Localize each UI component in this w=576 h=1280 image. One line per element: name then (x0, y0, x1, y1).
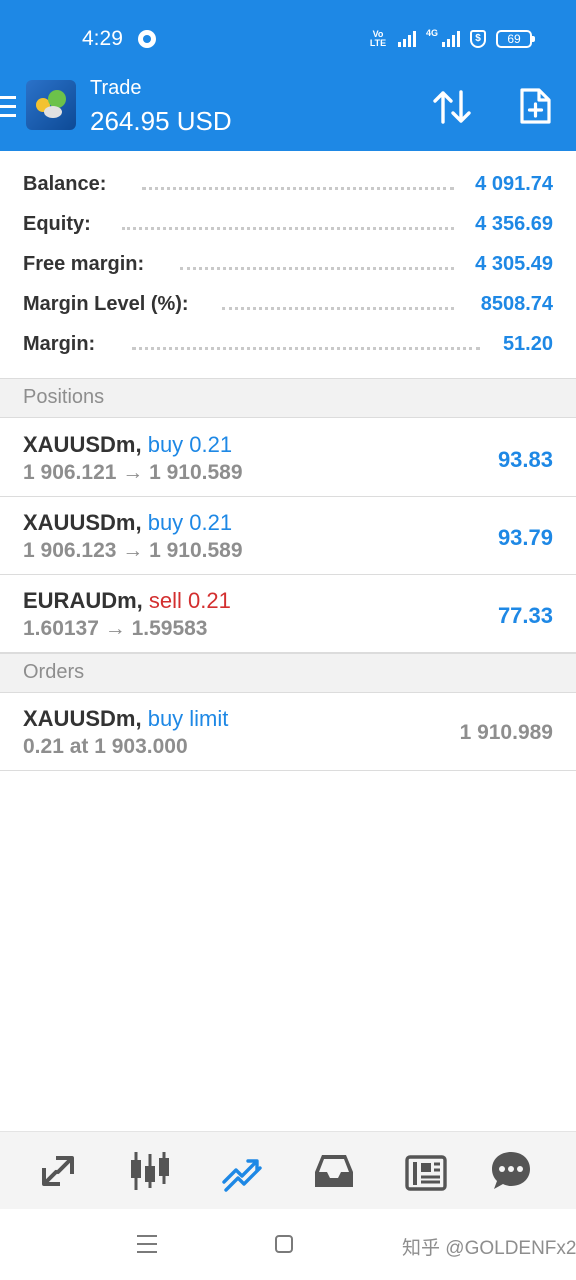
order-row[interactable]: XAUUSDm, buy limit 0.21 at 1 903.000 1 9… (0, 693, 576, 771)
menu-icon[interactable] (0, 96, 16, 118)
position-symbol: EURAUDm, (23, 588, 143, 613)
quotes-icon[interactable] (36, 1150, 80, 1192)
position-profit: 77.33 (497, 603, 553, 628)
section-title: Positions (23, 386, 105, 408)
signal-2-icon (442, 31, 460, 47)
recent-apps-icon[interactable] (137, 1235, 157, 1253)
order-current-price: 1 910.989 (459, 721, 553, 744)
summary-label: Free margin: (23, 253, 145, 275)
page-title: Trade (90, 77, 142, 99)
position-profit: 93.79 (497, 525, 553, 550)
summary-row-equity: Equity: 4 356.69 (0, 205, 576, 245)
status-time: 4:29 (82, 27, 123, 50)
position-profit: 93.83 (497, 447, 553, 472)
status-indicators: Vo LTE 4G $ 69 (368, 26, 535, 52)
position-prices: 1 906.123 → 1 910.589 (23, 539, 243, 562)
summary-row-margin-level: Margin Level (%): 8508.74 (0, 285, 576, 325)
positions-header: Positions (0, 378, 576, 418)
chat-icon[interactable] (489, 1150, 533, 1192)
summary-value: 4 091.74 (475, 173, 553, 195)
section-title: Orders (23, 661, 85, 683)
trade-icon[interactable] (220, 1150, 264, 1192)
summary-row-free-margin: Free margin: 4 305.49 (0, 245, 576, 285)
history-icon[interactable] (312, 1150, 356, 1192)
summary-label: Margin: (23, 333, 96, 355)
position-side: buy 0.21 (147, 510, 233, 535)
header-balance: 264.95 USD (90, 106, 232, 136)
position-row[interactable]: XAUUSDm, buy 0.21 1 906.123 → 1 910.589 … (0, 497, 576, 575)
order-type: buy limit (147, 706, 229, 731)
summary-value: 4 356.69 (475, 213, 553, 235)
summary-label: Balance: (23, 173, 107, 195)
summary-row-balance: Balance: 4 091.74 (0, 165, 576, 205)
summary-value: 51.20 (502, 333, 553, 355)
bottom-tab-bar (0, 1131, 576, 1209)
summary-value: 4 305.49 (475, 253, 553, 275)
order-symbol: XAUUSDm, (23, 706, 142, 731)
sort-icon[interactable] (432, 89, 472, 125)
network-type-label: 4G (425, 28, 438, 38)
volte-icon: Vo LTE (369, 29, 387, 48)
position-symbol: XAUUSDm, (23, 432, 142, 457)
position-side: buy 0.21 (147, 432, 233, 457)
position-row[interactable]: EURAUDm, sell 0.21 1.60137 → 1.59583 77.… (0, 575, 576, 653)
summary-value: 8508.74 (480, 293, 553, 315)
orders-header: Orders (0, 653, 576, 693)
position-prices: 1 906.121 → 1 910.589 (23, 461, 243, 484)
position-side: sell 0.21 (148, 588, 231, 613)
signal-icon (397, 31, 416, 47)
top-bar: 4:29 Vo LTE 4G $ 69 Trade 264.95 USD (0, 0, 576, 151)
watermark: 知乎 @GOLDENFx28 (402, 1238, 576, 1259)
account-summary: Balance: 4 091.74 Equity: 4 356.69 Free … (0, 151, 576, 378)
metatrader-logo (26, 80, 76, 130)
position-row[interactable]: XAUUSDm, buy 0.21 1 906.121 → 1 910.589 … (0, 419, 576, 497)
battery-icon: 69 (496, 30, 535, 48)
summary-row-margin: Margin: 51.20 (0, 325, 576, 365)
summary-label: Equity: (23, 213, 91, 235)
position-symbol: XAUUSDm, (23, 510, 142, 535)
system-navigation-bar: 知乎 @GOLDENFx28 (0, 1209, 576, 1280)
chart-icon[interactable] (128, 1150, 172, 1192)
news-icon[interactable] (404, 1150, 448, 1192)
new-order-icon[interactable] (518, 87, 552, 125)
position-prices: 1.60137 → 1.59583 (23, 617, 208, 640)
app-notification-icon (138, 30, 156, 48)
summary-label: Margin Level (%): (23, 293, 189, 315)
shield-icon: $ (470, 30, 486, 48)
home-icon[interactable] (275, 1235, 293, 1253)
order-details: 0.21 at 1 903.000 (23, 735, 188, 758)
app-header: Trade 264.95 USD (0, 76, 576, 151)
status-bar: 4:29 Vo LTE 4G $ 69 (0, 0, 576, 76)
